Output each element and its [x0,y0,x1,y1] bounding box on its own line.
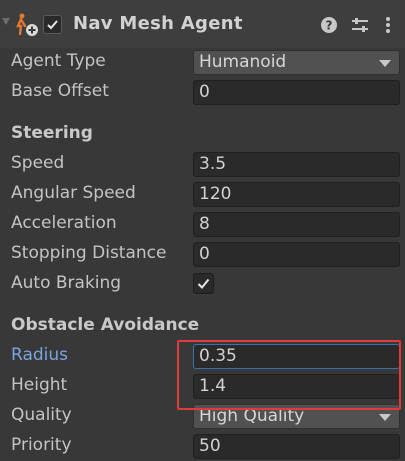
base-offset-input[interactable]: 0 [193,80,400,105]
help-icon[interactable]: ? [319,15,339,35]
radius-row: Radius 0.35 [0,341,405,371]
auto-braking-checkbox[interactable] [193,273,214,294]
height-label: Height [11,375,68,395]
dropdown-arrow-icon [379,60,391,67]
context-menu-icon[interactable] [378,15,398,35]
agent-type-row: Agent Type Humanoid [0,47,405,77]
priority-input[interactable]: 50 [193,434,400,459]
obstacle-avoidance-heading: Obstacle Avoidance [11,315,200,335]
svg-text:?: ? [326,19,333,33]
acceleration-row: Acceleration 8 [0,209,405,239]
auto-braking-row: Auto Braking [0,269,405,299]
quality-row: Quality High Quality [0,401,405,431]
stopping-distance-label: Stopping Distance [11,243,167,263]
stopping-distance-input[interactable]: 0 [193,242,400,267]
foldout-arrow-icon[interactable] [2,18,10,25]
acceleration-label: Acceleration [11,213,117,233]
auto-braking-label: Auto Braking [11,273,122,293]
speed-input[interactable]: 3.5 [193,152,400,177]
agent-type-dropdown[interactable]: Humanoid [193,50,400,75]
checkmark-icon [47,20,58,30]
priority-row: Priority 50 [0,431,405,461]
angular-speed-row: Angular Speed 120 [0,179,405,209]
component-title: Nav Mesh Agent [73,13,243,34]
speed-row: Speed 3.5 [0,149,405,179]
agent-type-label: Agent Type [11,51,106,71]
radius-label: Radius [11,345,69,365]
presets-icon[interactable] [350,15,370,35]
acceleration-input[interactable]: 8 [193,212,400,237]
angular-speed-input[interactable]: 120 [193,182,400,207]
quality-label: Quality [11,405,72,425]
component-enabled-checkbox[interactable] [43,15,62,34]
height-input[interactable]: 1.4 [193,374,400,399]
priority-label: Priority [11,435,72,455]
base-offset-label: Base Offset [11,81,109,101]
quality-dropdown[interactable]: High Quality [193,404,400,429]
steering-heading: Steering [11,123,93,143]
radius-input[interactable]: 0.35 [193,344,400,369]
angular-speed-label: Angular Speed [11,183,136,203]
base-offset-row: Base Offset 0 [0,77,405,107]
height-row: Height 1.4 [0,371,405,401]
stopping-distance-row: Stopping Distance 0 [0,239,405,269]
speed-label: Speed [11,153,65,173]
agent-type-value: Humanoid [199,52,287,72]
quality-value: High Quality [199,406,305,426]
dropdown-arrow-icon [379,414,391,421]
nav-mesh-agent-icon [16,13,38,36]
checkmark-icon [197,278,210,289]
component-header: Nav Mesh Agent ? [0,0,405,48]
